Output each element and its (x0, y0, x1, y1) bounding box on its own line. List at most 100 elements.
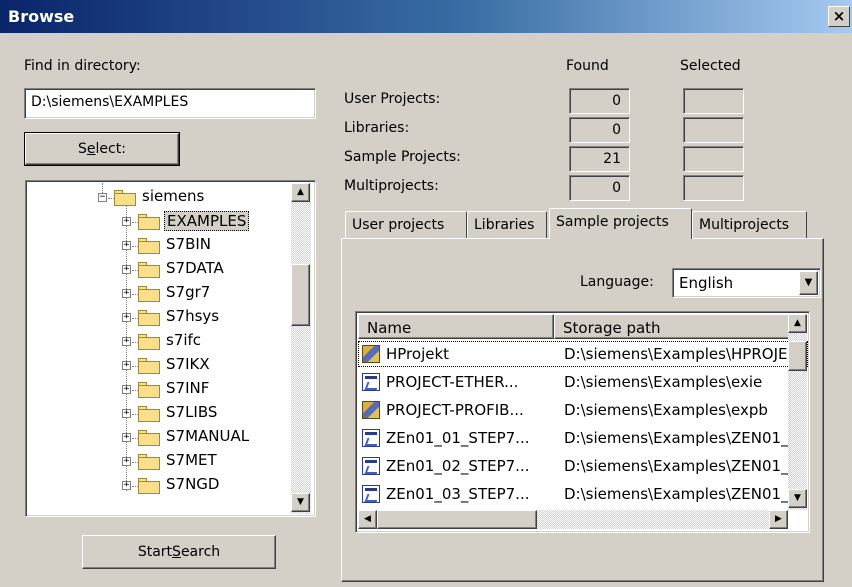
step7-project-icon (362, 429, 380, 447)
tab-libraries[interactable]: Libraries (467, 211, 547, 238)
folder-icon (138, 286, 160, 302)
expand-icon[interactable]: + (122, 289, 131, 298)
folder-icon (138, 214, 160, 230)
tree-item-label: S7MET (166, 451, 217, 469)
folder-icon-body (138, 337, 160, 350)
collapse-icon[interactable]: − (98, 193, 107, 202)
expand-icon[interactable]: + (122, 409, 131, 418)
project-name: PROJECT-ETHER... (386, 373, 519, 391)
libraries-label: Libraries: (344, 120, 410, 136)
project-list-row[interactable]: PROJECT-PROFIB... D:\siemens\Examples\exp… (358, 397, 790, 424)
column-header-name[interactable]: Name (358, 314, 554, 339)
user-projects-selected-count (683, 88, 744, 114)
user-projects-label: User Projects: (344, 91, 441, 107)
project-storage-path: D:\siemens\Examples\expb (564, 401, 768, 419)
expand-icon[interactable]: + (122, 337, 131, 346)
tree-scroll-down-button[interactable]: ▼ (291, 493, 310, 512)
folder-icon (138, 358, 160, 374)
directory-field[interactable]: D:\siemens\EXAMPLES (24, 88, 316, 119)
select-button[interactable]: Se lect: (24, 132, 180, 166)
start-search-button[interactable]: Start Search (82, 535, 276, 569)
project-list-row[interactable]: HProjekt D:\siemens\Examples\HPROJEKT (358, 341, 808, 368)
list-vertical-scrollbar[interactable]: ▲ ▼ (788, 314, 807, 510)
directory-tree[interactable]: − siemens + EXAMPLES + S7BIN + S7DATA + S7gr7 + S7h… (25, 180, 316, 517)
select-button-label-end: lect: (95, 141, 126, 157)
folder-icon (138, 310, 160, 326)
expand-icon[interactable]: + (122, 385, 131, 394)
folder-icon (138, 430, 160, 446)
start-search-label-end: earch (180, 544, 221, 560)
expand-icon[interactable]: + (122, 265, 131, 274)
list-scroll-up-button[interactable]: ▲ (788, 314, 807, 333)
folder-icon-body (138, 385, 160, 398)
project-name: HProjekt (386, 345, 450, 363)
expand-icon[interactable]: + (122, 433, 131, 442)
tab-multiprojects[interactable]: Multiprojects (692, 211, 807, 238)
project-storage-path: D:\siemens\Examples\exie (564, 373, 763, 391)
list-scroll-right-button[interactable]: ▶ (769, 510, 788, 529)
step7-project-icon (362, 373, 380, 391)
tree-item-label: EXAMPLES (164, 211, 250, 231)
directory-field-value: D:\siemens\EXAMPLES (31, 94, 189, 110)
folder-icon-body (138, 433, 160, 446)
project-name: PROJECT-PROFIB... (386, 401, 524, 419)
step7-project-icon (362, 485, 380, 503)
sample-projects-label: Sample Projects: (344, 149, 461, 165)
project-list[interactable]: Name Storage path HProjekt D:\siemens\Exa… (355, 311, 810, 533)
tab-user-projects[interactable]: User projects (345, 211, 467, 238)
selected-column-header: Selected (680, 58, 741, 74)
list-horizontal-scrollbar[interactable]: ◀ ▶ (358, 510, 788, 529)
tree-item-label: S7IKX (166, 355, 210, 373)
project-list-row[interactable]: ZEn01_02_STEP7... D:\siemens\Examples\ZEN… (358, 453, 808, 480)
folder-icon-body (138, 409, 160, 422)
language-dropdown-arrow[interactable]: ▼ (799, 271, 818, 295)
multiproject-icon (362, 345, 380, 363)
libraries-found-count: 0 (569, 117, 630, 143)
folder-icon (114, 190, 136, 206)
folder-icon-body (138, 457, 160, 470)
expand-icon[interactable]: + (122, 361, 131, 370)
tree-scroll-up-button[interactable]: ▲ (291, 183, 310, 202)
expand-icon[interactable]: + (122, 217, 131, 226)
folder-icon-body (138, 313, 160, 326)
folder-icon-body (138, 217, 160, 230)
column-header-storage-path[interactable]: Storage path (554, 314, 790, 339)
tree-item-label: S7BIN (166, 235, 211, 253)
sample-projects-found-count: 21 (569, 146, 630, 172)
expand-icon[interactable]: + (122, 457, 131, 466)
folder-icon (138, 478, 160, 494)
tree-item-label: S7DATA (166, 259, 224, 277)
list-scroll-left-button[interactable]: ◀ (358, 510, 377, 529)
project-list-row[interactable]: ZEn01_03_STEP7... D:\siemens\Examples\ZEN… (358, 481, 808, 508)
find-in-directory-label: Find in directory: (24, 58, 141, 74)
multiprojects-label: Multiprojects: (344, 178, 439, 194)
list-scroll-down-button[interactable]: ▼ (788, 489, 807, 508)
folder-icon-body (138, 265, 160, 278)
list-scroll-thumb[interactable] (788, 341, 807, 371)
tree-item-label: S7LIBS (166, 403, 218, 421)
list-horizontal-scroll-thumb[interactable] (377, 510, 537, 529)
folder-icon-body (138, 241, 160, 254)
project-name: ZEn01_02_STEP7... (386, 457, 530, 475)
multiprojects-selected-count (683, 175, 744, 201)
project-list-row[interactable]: ZEn01_01_STEP7... D:\siemens\Examples\ZEN… (358, 425, 808, 452)
language-dropdown[interactable]: English ▼ (672, 268, 821, 298)
directory-tree-items: − siemens + EXAMPLES + S7BIN + S7DATA + S7gr7 + S7h… (28, 183, 295, 514)
tree-scroll-thumb[interactable] (291, 264, 310, 326)
tree-item-label: S7NGD (166, 475, 220, 493)
expand-icon[interactable]: + (122, 481, 131, 490)
expand-icon[interactable]: + (122, 313, 131, 322)
sample-projects-selected-count (683, 146, 744, 172)
folder-icon (138, 238, 160, 254)
tab-sample-projects[interactable]: Sample projects (549, 208, 692, 239)
window-title: Browse (8, 7, 75, 26)
project-storage-path: D:\siemens\Examples\HPROJEKT (564, 345, 806, 363)
tree-item-label: s7ifc (166, 331, 202, 349)
tree-vertical-scrollbar[interactable]: ▲ ▼ (291, 183, 311, 514)
language-dropdown-value: English (679, 274, 734, 292)
project-list-row[interactable]: PROJECT-ETHER... D:\siemens\Examples\exie (358, 369, 790, 396)
close-button[interactable]: × (828, 6, 850, 27)
expand-icon[interactable]: + (122, 241, 131, 250)
libraries-selected-count (683, 117, 744, 143)
folder-icon-body (138, 289, 160, 302)
